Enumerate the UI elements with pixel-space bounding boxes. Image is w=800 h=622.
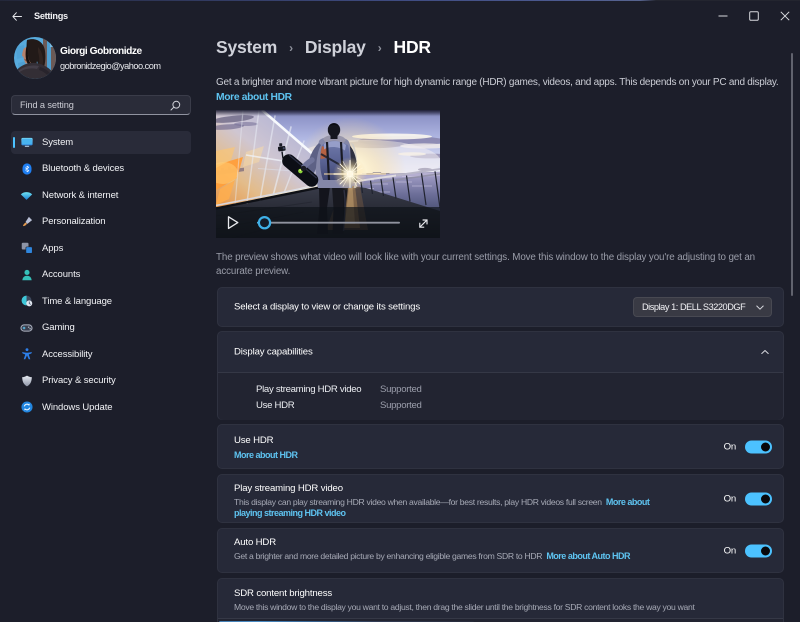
capability-label: Play streaming HDR video [256, 384, 380, 395]
apps-icon [20, 242, 33, 255]
avatar[interactable] [14, 37, 56, 79]
sidebar-item-privacy-security[interactable]: Privacy & security [11, 370, 191, 393]
display-capabilities-header[interactable]: Display capabilities [218, 332, 783, 372]
system-icon [20, 136, 33, 149]
main-content: System › Display › HDR Get a brighter an… [200, 32, 800, 622]
sidebar-item-apps[interactable]: Apps [11, 237, 191, 260]
auto-hdr-toggle[interactable] [745, 544, 772, 557]
use-hdr-card: Use HDR More about HDR On [217, 424, 784, 469]
network-internet-icon [20, 189, 33, 202]
more-about-hdr-link[interactable]: More about HDR [216, 92, 292, 103]
play-streaming-title: Play streaming HDR video [234, 483, 343, 494]
chevron-up-icon[interactable] [761, 350, 769, 355]
privacy-security-icon [20, 374, 33, 387]
back-button[interactable] [5, 4, 29, 28]
play-streaming-toggle[interactable] [745, 492, 772, 505]
close-button[interactable] [769, 0, 800, 32]
breadcrumb-display[interactable]: Display [305, 37, 366, 58]
gaming-icon [20, 321, 33, 334]
use-hdr-link[interactable]: More about HDR [234, 450, 298, 460]
video-preview[interactable] [216, 110, 440, 238]
titlebar: Settings [0, 0, 800, 32]
sidebar-item-personalization[interactable]: Personalization [11, 211, 191, 234]
use-hdr-toggle[interactable] [745, 440, 772, 453]
display-select-label: Select a display to view or change its s… [234, 302, 420, 313]
search-input[interactable]: Find a setting [11, 95, 191, 115]
seek-thumb[interactable] [259, 217, 270, 228]
bluetooth-devices-icon [20, 162, 33, 175]
play-streaming-state: On [724, 493, 736, 504]
display-select-value: Display 1: DELL S3220DGF [642, 302, 756, 312]
capability-value: Supported [380, 400, 422, 411]
capability-row: Use HDR Supported [218, 397, 783, 413]
seek-track[interactable] [257, 222, 400, 224]
video-frame [216, 110, 440, 238]
capability-value: Supported [380, 384, 422, 395]
app-title: Settings [34, 11, 68, 21]
chevron-down-icon [756, 305, 764, 310]
accessibility-icon [20, 348, 33, 361]
accounts-icon [20, 268, 33, 281]
sidebar: Giorgi Gobronidze gobronidzegio@yahoo.co… [0, 32, 200, 622]
page-description: Get a brighter and more vibrant picture … [216, 77, 800, 88]
maximize-icon [749, 11, 759, 21]
minimize-button[interactable] [707, 0, 738, 32]
preview-note: The preview shows what video will look l… [216, 251, 776, 278]
back-arrow-icon [12, 12, 22, 21]
selected-indicator [13, 137, 16, 148]
play-streaming-card: Play streaming HDR video This display ca… [217, 474, 784, 523]
maximize-button[interactable] [738, 0, 769, 32]
auto-hdr-state: On [724, 545, 736, 556]
sidebar-item-time-language[interactable]: Time & language [11, 290, 191, 313]
sdr-brightness-description: Move this window to the display you want… [234, 602, 774, 613]
close-icon [780, 11, 790, 21]
sidebar-item-accessibility[interactable]: Accessibility [11, 343, 191, 366]
breadcrumb-system[interactable]: System [216, 37, 277, 58]
sidebar-item-windows-update[interactable]: Windows Update [11, 396, 191, 419]
page-title: HDR [394, 37, 431, 58]
search-placeholder: Find a setting [20, 100, 170, 110]
sidebar-item-accounts[interactable]: Accounts [11, 264, 191, 287]
profile-name: Giorgi Gobronidze [60, 46, 142, 57]
sidebar-item-bluetooth-devices[interactable]: Bluetooth & devices [11, 158, 191, 181]
use-hdr-title: Use HDR [234, 435, 273, 446]
personalization-icon [20, 215, 33, 228]
auto-hdr-description: Get a brighter and more detailed picture… [234, 551, 704, 562]
display-capabilities-content: Play streaming HDR video Supported Use H… [218, 373, 783, 420]
sdr-brightness-title: SDR content brightness [234, 588, 332, 599]
scrollbar-thumb[interactable] [791, 53, 793, 296]
auto-hdr-title: Auto HDR [234, 537, 276, 548]
profile-email: gobronidzegio@yahoo.com [60, 61, 161, 71]
sidebar-nav: System Bluetooth & devices Network & inter… [11, 131, 191, 423]
sdr-brightness-card: SDR content brightness Move this window … [217, 578, 784, 622]
display-select-dropdown[interactable]: Display 1: DELL S3220DGF [633, 297, 772, 317]
capability-label: Use HDR [256, 400, 380, 411]
breadcrumb-separator-icon: › [289, 41, 293, 55]
play-streaming-description: This display can play streaming HDR vide… [234, 497, 662, 519]
auto-hdr-card: Auto HDR Get a brighter and more detaile… [217, 528, 784, 573]
windows-update-icon [20, 401, 33, 414]
minimize-icon [718, 11, 728, 21]
auto-hdr-link[interactable]: More about Auto HDR [546, 551, 630, 561]
use-hdr-state: On [724, 441, 736, 452]
display-capabilities-title: Display capabilities [234, 347, 313, 358]
sidebar-item-network-internet[interactable]: Network & internet [11, 184, 191, 207]
capability-row: Play streaming HDR video Supported [218, 381, 783, 397]
sidebar-item-system[interactable]: System [11, 131, 191, 154]
display-capabilities-card: Display capabilities Play streaming HDR … [217, 331, 784, 420]
breadcrumb-separator-icon: › [378, 41, 382, 55]
sidebar-item-gaming[interactable]: Gaming [11, 317, 191, 340]
display-select-card: Select a display to view or change its s… [217, 287, 784, 327]
breadcrumb: System › Display › HDR [216, 37, 431, 58]
search-icon[interactable] [170, 100, 181, 111]
time-language-icon [20, 295, 33, 308]
